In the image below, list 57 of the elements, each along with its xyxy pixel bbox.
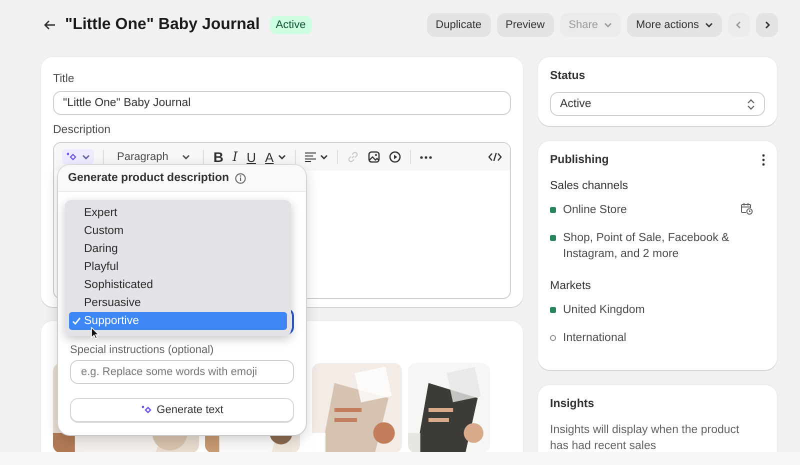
channel-name: Online Store: [563, 203, 628, 218]
more-icon[interactable]: [420, 156, 432, 158]
check-icon: [72, 317, 81, 325]
ai-menu-button[interactable]: [62, 149, 94, 165]
action-button[interactable]: Duplicate: [426, 13, 491, 37]
kebab-menu-icon[interactable]: [762, 154, 765, 166]
panel-title: Generate product description: [68, 172, 230, 184]
status-badge: Active: [270, 16, 312, 34]
play-icon[interactable]: [388, 151, 401, 163]
tone-option[interactable]: Custom: [69, 222, 287, 240]
section-label: Markets: [550, 280, 592, 292]
tone-option[interactable]: Sophisticated: [69, 276, 287, 294]
tone-option[interactable]: Playful: [69, 258, 287, 276]
chevron-down-icon: [82, 154, 90, 160]
status-select[interactable]: Active: [550, 92, 765, 116]
next-button[interactable]: [756, 13, 778, 37]
calendar-clock-icon[interactable]: [740, 202, 753, 215]
back-arrow-icon[interactable]: [44, 20, 56, 30]
bold-button[interactable]: B: [213, 149, 224, 165]
channel-name: Shop, Point of Sale, Facebook & Instagram, and 2 more: [563, 231, 730, 262]
card-heading: Insights: [550, 398, 596, 410]
channel-name: United Kingdom: [563, 303, 646, 318]
image-icon[interactable]: [368, 151, 380, 163]
title-field[interactable]: "Little One" Baby Journal: [53, 91, 511, 115]
up-down-chevron-icon: [747, 98, 755, 110]
field-label: Description: [53, 124, 112, 136]
tone-option[interactable]: Expert: [69, 204, 287, 222]
info-icon[interactable]: [235, 172, 246, 184]
underline-button[interactable]: U: [246, 150, 256, 164]
code-icon[interactable]: [488, 152, 502, 162]
menu-button[interactable]: More actions: [627, 13, 722, 37]
align-button[interactable]: [304, 152, 328, 162]
field-label: Special instructions (optional): [70, 344, 215, 356]
card-heading: Publishing: [550, 154, 609, 166]
sparkle-icon: [140, 405, 152, 415]
tone-option[interactable]: Supportive: [69, 312, 287, 330]
channel-name: International: [563, 331, 628, 346]
card-heading: Status: [550, 70, 586, 82]
sparkle-icon: [66, 152, 77, 162]
page-title: "Little One" Baby Journal: [65, 16, 260, 34]
chevron-down-icon: [182, 154, 190, 160]
tone-option[interactable]: Persuasive: [69, 294, 287, 312]
field-label: Title: [53, 73, 76, 85]
cursor-icon: [91, 327, 99, 339]
insights-text: Insights will display when the product has had recent sales: [550, 423, 740, 452]
chevron-down-icon: [278, 154, 286, 160]
format-dropdown[interactable]: Paragraph: [113, 151, 194, 163]
italic-button[interactable]: I: [232, 150, 238, 164]
chevron-down-icon: [705, 22, 713, 28]
tone-option[interactable]: Daring: [69, 240, 287, 258]
color-button[interactable]: A: [265, 150, 286, 164]
action-button[interactable]: Preview: [496, 13, 554, 37]
chevron-down-icon: [604, 22, 612, 28]
instructions-field[interactable]: e.g. Replace some words with emoji: [70, 360, 294, 384]
generate-text-button[interactable]: Generate text: [70, 398, 294, 422]
section-label: Sales channels: [550, 180, 629, 192]
chevron-down-icon: [320, 154, 328, 160]
